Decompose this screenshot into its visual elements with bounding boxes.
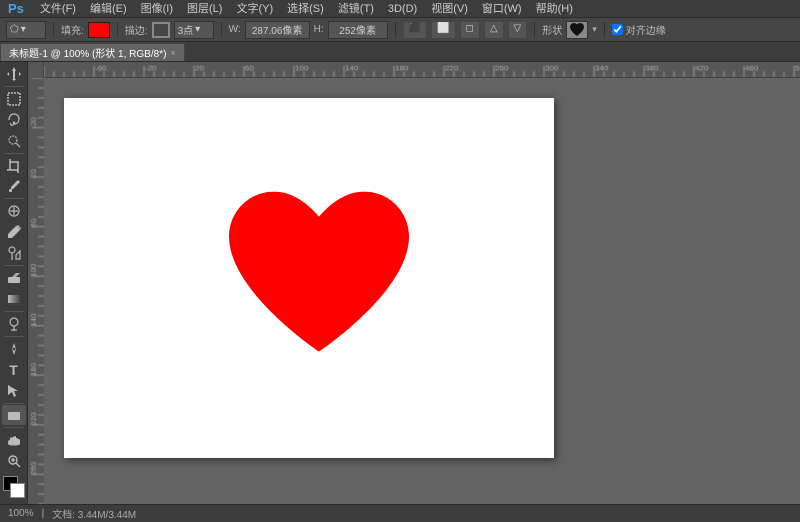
spot-heal-tool[interactable] <box>2 201 26 221</box>
vertical-ruler <box>28 78 44 504</box>
tab-close-btn[interactable]: × <box>170 48 175 58</box>
separator-5 <box>534 22 535 38</box>
align-edges-checkbox[interactable] <box>612 24 623 35</box>
ruler-top-row <box>28 62 800 78</box>
hand-tool[interactable] <box>2 430 26 450</box>
menu-text[interactable]: 文字(Y) <box>230 0 279 18</box>
stroke-size-dropdown[interactable]: 3点 ▾ <box>174 21 214 39</box>
crop-tool[interactable] <box>2 156 26 176</box>
shape-picker[interactable] <box>566 21 588 39</box>
ruler-corner <box>28 62 44 78</box>
dodge-tool[interactable] <box>2 314 26 334</box>
stroke-color-swatch[interactable] <box>152 22 170 38</box>
menu-help[interactable]: 帮助(H) <box>530 0 579 18</box>
tool-sep-7 <box>4 403 24 404</box>
menu-file[interactable]: 文件(F) <box>34 0 82 18</box>
ruler-canvas-row <box>28 78 800 504</box>
width-label: W: <box>229 24 241 35</box>
pen-tool[interactable] <box>2 339 26 359</box>
separator-4 <box>395 22 396 38</box>
width-input[interactable] <box>245 21 310 39</box>
marquee-tool[interactable] <box>2 89 26 109</box>
brush-tool[interactable] <box>2 222 26 242</box>
fill-label: 填充: <box>61 22 84 37</box>
align-middle-btn[interactable]: ▽ <box>508 21 528 39</box>
doc-info: 文档: 3.44M/3.44M <box>52 506 136 521</box>
clone-stamp-tool[interactable] <box>2 243 26 263</box>
zoom-tool[interactable] <box>2 451 26 471</box>
heart-shape <box>219 192 419 372</box>
tab-title: 未标题-1 @ 100% (形状 1, RGB/8*) <box>9 45 166 60</box>
lasso-tool[interactable] <box>2 110 26 130</box>
ps-logo: Ps <box>4 1 28 16</box>
height-input[interactable] <box>328 21 388 39</box>
canvas-scroll-area[interactable] <box>44 78 800 504</box>
zoom-display: 100% <box>8 508 34 519</box>
main-area: T <box>0 62 800 504</box>
tab-bar: 未标题-1 @ 100% (形状 1, RGB/8*) × <box>0 42 800 62</box>
separator-1 <box>53 22 54 38</box>
menu-view[interactable]: 视图(V) <box>425 0 474 18</box>
height-label: H: <box>314 24 324 35</box>
menu-window[interactable]: 窗口(W) <box>476 0 528 18</box>
shape-tool-icon: ⬠ <box>10 24 19 35</box>
tool-sep-5 <box>4 311 24 312</box>
text-tool[interactable]: T <box>2 360 26 380</box>
menu-bar: Ps 文件(F) 编辑(E) 图像(I) 图层(L) 文字(Y) 选择(S) 滤… <box>0 0 800 18</box>
shape-label: 形状 <box>542 22 562 37</box>
fill-color-swatch[interactable] <box>88 22 110 38</box>
status-separator: | <box>42 508 45 519</box>
tool-sep-6 <box>4 336 24 337</box>
tool-sep-1 <box>4 86 24 87</box>
tool-sep-4 <box>4 265 24 266</box>
quick-select-tool[interactable] <box>2 131 26 151</box>
align-center-btn[interactable]: ⬜ <box>431 21 455 39</box>
text-tool-icon: T <box>9 362 18 378</box>
menu-3d[interactable]: 3D(D) <box>382 0 423 18</box>
canvas-wrapper <box>28 62 800 504</box>
gradient-tool[interactable] <box>2 289 26 309</box>
fg-bg-color-widget[interactable] <box>3 476 25 498</box>
document-canvas <box>64 98 554 458</box>
background-color[interactable] <box>10 483 25 498</box>
stroke-label: 描边: <box>125 22 148 37</box>
move-tool[interactable] <box>2 64 26 84</box>
path-select-tool[interactable] <box>2 381 26 401</box>
menu-filter[interactable]: 滤镜(T) <box>332 0 380 18</box>
color-tools <box>3 476 25 504</box>
horizontal-ruler <box>44 62 800 77</box>
menu-select[interactable]: 选择(S) <box>281 0 330 18</box>
shape-tool[interactable] <box>2 405 26 425</box>
eyedropper-tool[interactable] <box>2 177 26 197</box>
menu-image[interactable]: 图像(I) <box>135 0 179 18</box>
separator-6 <box>604 22 605 38</box>
left-toolbar: T <box>0 62 28 504</box>
stroke-size-arrow: ▾ <box>195 24 200 35</box>
align-left-btn[interactable]: ⬛ <box>403 21 427 39</box>
separator-2 <box>117 22 118 38</box>
align-edges-label[interactable]: 对齐边缘 <box>612 22 666 37</box>
tool-sep-3 <box>4 198 24 199</box>
tool-preset-dropdown[interactable]: ⬠ ▾ <box>6 21 46 39</box>
stroke-size-value: 3点 <box>178 22 194 37</box>
separator-3 <box>221 22 222 38</box>
tool-sep-8 <box>4 427 24 428</box>
options-bar: ⬠ ▾ 填充: 描边: 3点 ▾ W: H: ⬛ ⬜ ◻ △ ▽ 形状 ▾ 对齐… <box>0 18 800 42</box>
align-top-btn[interactable]: △ <box>484 21 504 39</box>
menu-edit[interactable]: 编辑(E) <box>84 0 133 18</box>
shape-dropdown-arrow: ▾ <box>592 24 597 35</box>
dropdown-arrow: ▾ <box>21 24 26 35</box>
status-bar: 100% | 文档: 3.44M/3.44M <box>0 504 800 522</box>
document-tab[interactable]: 未标题-1 @ 100% (形状 1, RGB/8*) × <box>0 43 185 61</box>
menu-layer[interactable]: 图层(L) <box>181 0 228 18</box>
eraser-tool[interactable] <box>2 268 26 288</box>
tool-sep-2 <box>4 153 24 154</box>
align-right-btn[interactable]: ◻ <box>460 21 480 39</box>
